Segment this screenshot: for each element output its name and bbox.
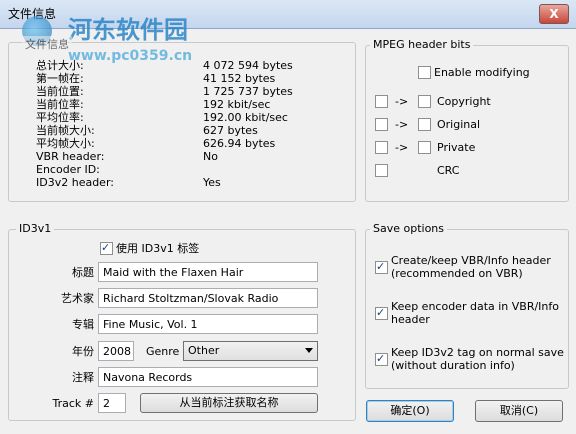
mpeg-bit-label: Original [437, 118, 481, 131]
album-label: 专辑 [72, 318, 94, 331]
file-info-value: 627 bytes [203, 124, 258, 137]
save-options-group-label: Save options [370, 222, 448, 235]
year-label: 年份 [72, 345, 94, 358]
use-id3v1-label: 使用 ID3v1 标签 [116, 242, 200, 255]
file-info-value: 192 kbit/sec [203, 98, 271, 111]
file-info-group-label: 文件信息 [22, 36, 72, 52]
title-field[interactable]: Maid with the Flaxen Hair [98, 262, 318, 282]
artist-label: 艺术家 [61, 292, 94, 305]
file-info-label: 平均位率: [36, 111, 84, 124]
file-info-label: 第一帧在: [36, 72, 84, 85]
file-info-value: Yes [203, 176, 221, 189]
save-option-label: header [391, 313, 430, 326]
file-info-label: Encoder ID: [36, 163, 100, 176]
mpeg-bit-source-checkbox[interactable] [375, 164, 388, 177]
mpeg-bit-source-checkbox[interactable] [375, 141, 388, 154]
close-icon: X [549, 7, 559, 21]
file-info-value: No [203, 150, 218, 163]
fetch-names-button[interactable]: 从当前标注获取名称 [140, 393, 318, 413]
enable-modifying-label: Enable modifying [434, 66, 530, 79]
file-info-value: 1 725 737 bytes [203, 85, 293, 98]
chevron-down-icon [305, 348, 313, 353]
file-info-label: 平均帧大小: [36, 137, 95, 150]
save-option-label: Keep encoder data in VBR/Info [391, 300, 560, 313]
save-option-label: Create/keep VBR/Info header [391, 254, 551, 267]
mpeg-bit-label: CRC [437, 164, 460, 177]
mpeg-bit-label: Private [437, 141, 476, 154]
mpeg-bit-source-checkbox[interactable] [375, 118, 388, 131]
file-info-value: 192.00 kbit/sec [203, 111, 288, 124]
genre-select[interactable]: Other [183, 341, 318, 361]
mpeg-bit-target-checkbox[interactable] [418, 141, 431, 154]
year-field[interactable]: 2008 [98, 341, 134, 361]
ok-button[interactable]: 确定(O) [366, 400, 454, 422]
track-field[interactable]: 2 [98, 393, 126, 413]
title-label: 标题 [72, 266, 94, 279]
enable-modifying-checkbox[interactable] [418, 66, 431, 79]
mpeg-bit-label: Copyright [437, 95, 491, 108]
file-info-value: 4 072 594 bytes [203, 59, 293, 72]
comment-field[interactable]: Navona Records [98, 367, 318, 387]
id3v1-group-label: ID3v1 [16, 222, 55, 235]
arrow-icon: -> [395, 118, 409, 131]
mpeg-bit-source-checkbox[interactable] [375, 95, 388, 108]
file-info-value: 626.94 bytes [203, 137, 276, 150]
track-label: Track # [52, 397, 95, 410]
save-option-checkbox[interactable] [375, 306, 388, 320]
genre-value: Other [188, 344, 220, 357]
file-info-value: 41 152 bytes [203, 72, 276, 85]
file-info-label: 当前帧大小: [36, 124, 95, 137]
album-field[interactable]: Fine Music, Vol. 1 [98, 314, 318, 334]
mpeg-bit-target-checkbox[interactable] [418, 95, 431, 108]
file-info-label: 当前位率: [36, 98, 84, 111]
mpeg-bit-target-checkbox[interactable] [418, 118, 431, 131]
arrow-icon: -> [395, 95, 409, 108]
file-info-label: VBR header: [36, 150, 105, 163]
watermark-text: 河东软件园 [68, 16, 188, 44]
save-option-checkbox[interactable] [375, 260, 388, 274]
use-id3v1-checkbox[interactable] [100, 241, 113, 255]
mpeg-header-group-label: MPEG header bits [370, 38, 474, 51]
file-info-label: 总计大小: [36, 59, 84, 72]
arrow-icon: -> [395, 141, 409, 154]
file-info-label: ID3v2 header: [36, 176, 114, 189]
save-option-checkbox[interactable] [375, 352, 388, 366]
save-option-label: (without duration info) [391, 359, 515, 372]
genre-label: Genre [146, 345, 180, 358]
save-option-label: Keep ID3v2 tag on normal save [391, 346, 564, 359]
comment-label: 注释 [72, 371, 94, 384]
artist-field[interactable]: Richard Stoltzman/Slovak Radio [98, 288, 318, 308]
save-option-label: (recommended on VBR) [391, 267, 523, 280]
close-button[interactable]: X [539, 4, 569, 24]
cancel-button[interactable]: 取消(C) [475, 400, 563, 422]
file-info-label: 当前位置: [36, 85, 84, 98]
